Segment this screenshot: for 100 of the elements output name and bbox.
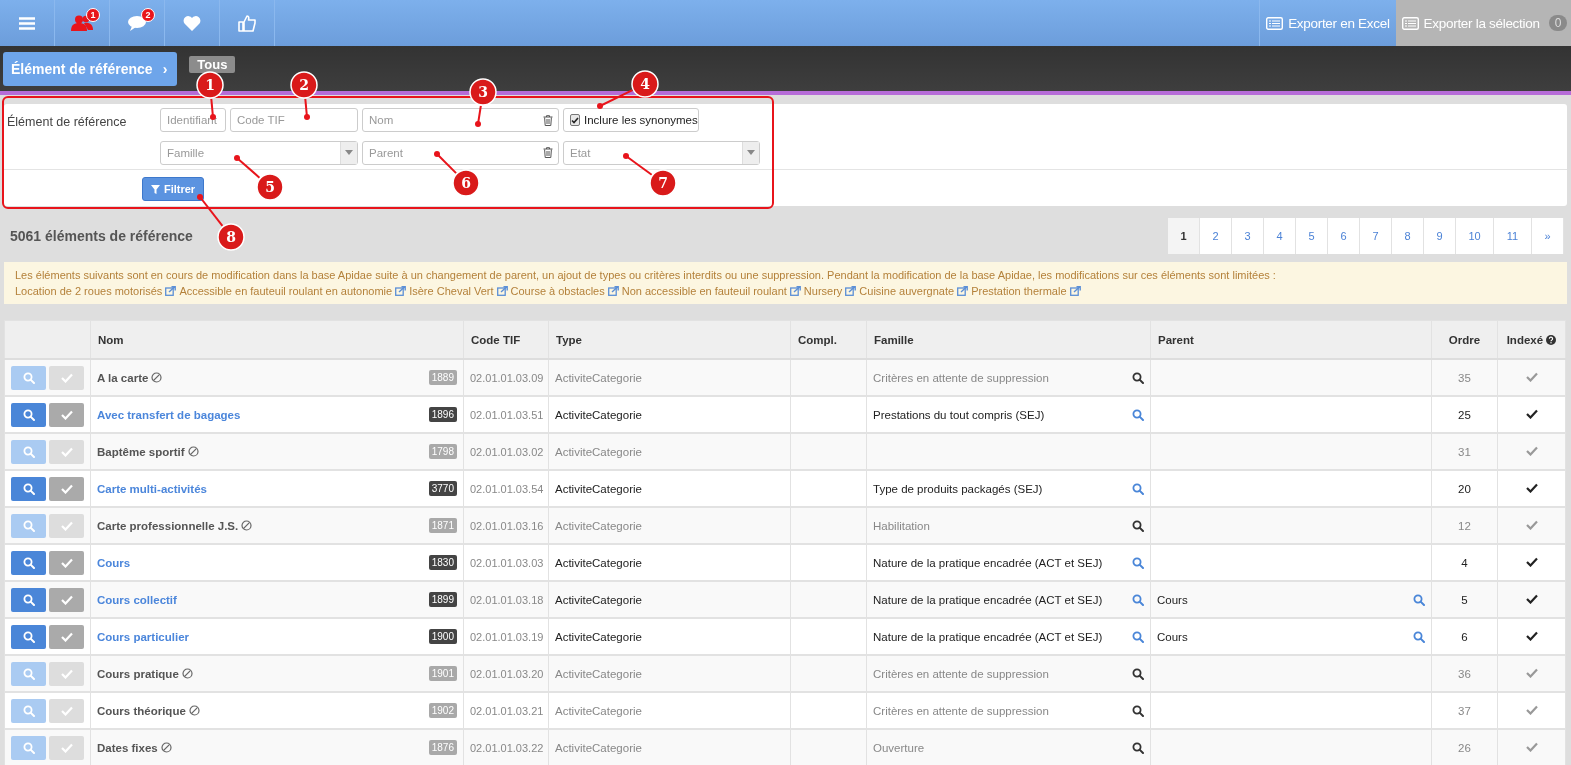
page-link[interactable]: 1 bbox=[1168, 218, 1200, 254]
caret-icon bbox=[345, 150, 353, 155]
view-button[interactable] bbox=[11, 735, 46, 760]
column-header: Nom bbox=[98, 333, 124, 346]
type-cell: ActiviteCategorie bbox=[555, 445, 642, 458]
item-link[interactable]: Carte multi-activités bbox=[97, 482, 207, 495]
item-link[interactable]: Cours bbox=[97, 556, 131, 569]
id-badge: 3770 bbox=[428, 481, 457, 496]
check-icon bbox=[1525, 556, 1538, 567]
select-button[interactable] bbox=[49, 624, 84, 649]
check-icon bbox=[1525, 445, 1538, 456]
trash-icon[interactable] bbox=[543, 147, 553, 158]
view-button[interactable] bbox=[11, 476, 46, 501]
filter-button[interactable]: Filtrer bbox=[142, 177, 204, 201]
view-button[interactable] bbox=[11, 402, 46, 427]
leader-line bbox=[434, 151, 458, 175]
select-button[interactable] bbox=[49, 698, 84, 723]
select-button[interactable] bbox=[49, 476, 84, 501]
check-icon bbox=[60, 483, 73, 494]
select-button[interactable] bbox=[49, 365, 84, 390]
check-icon bbox=[1525, 371, 1538, 382]
state-select[interactable]: Etat bbox=[563, 140, 760, 165]
disabled-icon bbox=[151, 372, 163, 383]
breadcrumb-button[interactable]: Élément de référence › bbox=[3, 51, 178, 86]
disabled-icon bbox=[188, 705, 200, 716]
column-header: Type bbox=[556, 333, 582, 346]
family-cell: Ouverture bbox=[873, 741, 925, 754]
search-icon bbox=[22, 667, 35, 680]
item-link[interactable]: Cours particulier bbox=[97, 630, 190, 643]
checkmark-icon bbox=[571, 116, 579, 124]
disabled-icon bbox=[160, 742, 172, 753]
notice-link[interactable]: Location de 2 roues motorisés bbox=[15, 283, 163, 299]
item-link[interactable]: Cours collectif bbox=[97, 593, 177, 606]
view-button[interactable] bbox=[11, 698, 46, 723]
view-button[interactable] bbox=[11, 513, 46, 538]
identifier-field[interactable]: Identifiant bbox=[160, 108, 226, 132]
menu-icon[interactable] bbox=[19, 16, 35, 30]
column-header: Indexé bbox=[1506, 333, 1544, 346]
external-link-icon bbox=[1069, 286, 1081, 296]
code-tif-field[interactable]: Code TIF bbox=[230, 108, 358, 132]
family-search-icon bbox=[1132, 371, 1144, 384]
name-field[interactable]: Nom bbox=[362, 108, 559, 132]
notice-link[interactable]: Isère Cheval Vert bbox=[409, 283, 494, 299]
select-button[interactable] bbox=[49, 402, 84, 427]
check-icon bbox=[60, 557, 73, 568]
order-cell: 6 bbox=[1461, 630, 1468, 643]
code-cell: 02.01.01.03.09 bbox=[470, 371, 544, 384]
export-selection-button[interactable]: Exporter la sélection 0 bbox=[1395, 0, 1571, 46]
check-icon bbox=[60, 594, 73, 605]
leader-line bbox=[197, 194, 224, 227]
leader-line bbox=[234, 155, 261, 179]
notice-link[interactable]: Prestation thermale bbox=[971, 283, 1067, 299]
parent-field[interactable]: Parent bbox=[362, 140, 559, 165]
order-cell: 5 bbox=[1461, 593, 1468, 606]
list-icon bbox=[1266, 16, 1284, 30]
parent-cell: Cours bbox=[1157, 593, 1188, 606]
family-select[interactable]: Famille bbox=[160, 140, 358, 165]
chevron-icon: › bbox=[162, 60, 168, 77]
select-button[interactable] bbox=[49, 550, 84, 575]
item-name: Carte professionnelle J.S. bbox=[97, 519, 253, 532]
search-icon bbox=[22, 704, 35, 717]
trash-icon[interactable] bbox=[543, 114, 553, 126]
select-button[interactable] bbox=[49, 735, 84, 760]
notice-link[interactable]: Accessible en fauteuil roulant en autonomie bbox=[179, 283, 393, 299]
select-button[interactable] bbox=[49, 513, 84, 538]
result-count: 5061 éléments de référence bbox=[10, 228, 193, 244]
view-button[interactable] bbox=[11, 439, 46, 464]
id-badge: 1798 bbox=[428, 444, 457, 459]
synonyms-checkbox[interactable]: Inclure les synonymes bbox=[563, 108, 699, 132]
select-button[interactable] bbox=[49, 587, 84, 612]
id-badge: 1900 bbox=[428, 629, 457, 644]
code-cell: 02.01.01.03.02 bbox=[470, 445, 544, 458]
column-header: Compl. bbox=[798, 333, 837, 346]
check-icon bbox=[1525, 741, 1538, 752]
order-cell: 12 bbox=[1458, 519, 1471, 532]
type-cell: ActiviteCategorie bbox=[555, 371, 642, 384]
notice-link[interactable]: Cuisine auvergnate bbox=[859, 283, 955, 299]
view-button[interactable] bbox=[11, 624, 46, 649]
view-button[interactable] bbox=[11, 587, 46, 612]
thumbs-up-icon[interactable] bbox=[238, 14, 256, 32]
type-cell: ActiviteCategorie bbox=[555, 556, 642, 569]
heart-icon[interactable] bbox=[183, 15, 201, 31]
notice-link[interactable]: Non accessible en fauteuil roulant bbox=[621, 283, 787, 299]
item-link[interactable]: Avec transfert de bagages bbox=[97, 408, 241, 421]
select-button[interactable] bbox=[49, 661, 84, 686]
view-button[interactable] bbox=[11, 365, 46, 390]
leader-line bbox=[475, 104, 482, 127]
code-cell: 02.01.01.03.51 bbox=[470, 408, 544, 421]
users-icon[interactable] bbox=[71, 15, 93, 31]
check-icon bbox=[60, 409, 73, 420]
search-icon bbox=[22, 556, 35, 569]
notice-link[interactable]: Nursery bbox=[803, 283, 843, 299]
order-cell: 4 bbox=[1461, 556, 1468, 569]
notice-link[interactable]: Course à obstacles bbox=[510, 283, 605, 299]
external-link-icon bbox=[845, 286, 857, 296]
view-button[interactable] bbox=[11, 550, 46, 575]
view-button[interactable] bbox=[11, 661, 46, 686]
select-button[interactable] bbox=[49, 439, 84, 464]
chat-icon[interactable] bbox=[127, 15, 147, 31]
external-link-icon bbox=[496, 286, 508, 296]
